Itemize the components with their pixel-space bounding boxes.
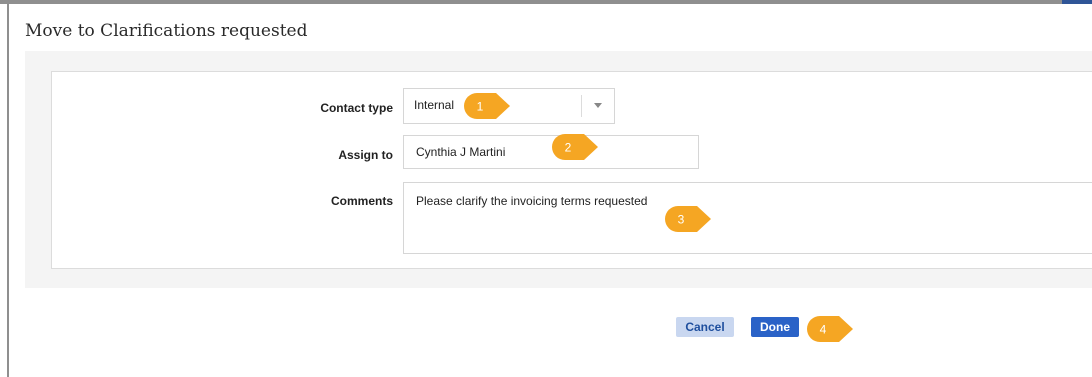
step-marker-1: 1 <box>462 91 514 121</box>
contact-type-label: Contact type <box>320 101 393 115</box>
comments-label: Comments <box>330 194 393 208</box>
move-status-dialog: Move to Clarifications requested Contact… <box>7 4 1092 377</box>
step-marker-3: 3 <box>663 204 715 234</box>
step-marker-3-number: 3 <box>678 213 685 227</box>
select-divider <box>581 95 582 117</box>
cancel-button[interactable]: Cancel <box>676 317 734 337</box>
form-area: Contact type Internal Assign to Cynthia … <box>25 51 1092 288</box>
assign-to-value: Cynthia J Martini <box>416 145 506 159</box>
form-card: Contact type Internal Assign to Cynthia … <box>51 71 1092 269</box>
dialog-title: Move to Clarifications requested <box>25 21 308 41</box>
assign-to-label: Assign to <box>338 148 393 162</box>
step-marker-1-number: 1 <box>477 100 484 114</box>
comments-textarea[interactable]: Please clarify the invoicing terms reque… <box>403 182 1092 254</box>
contact-type-value: Internal <box>414 98 455 112</box>
step-marker-2: 2 <box>550 132 602 162</box>
chevron-down-icon[interactable] <box>594 103 602 108</box>
step-marker-4-number: 4 <box>820 323 827 337</box>
comments-value: Please clarify the invoicing terms reque… <box>416 194 648 208</box>
step-marker-4: 4 <box>805 314 857 344</box>
step-marker-2-number: 2 <box>565 141 572 155</box>
done-button[interactable]: Done <box>751 317 799 337</box>
